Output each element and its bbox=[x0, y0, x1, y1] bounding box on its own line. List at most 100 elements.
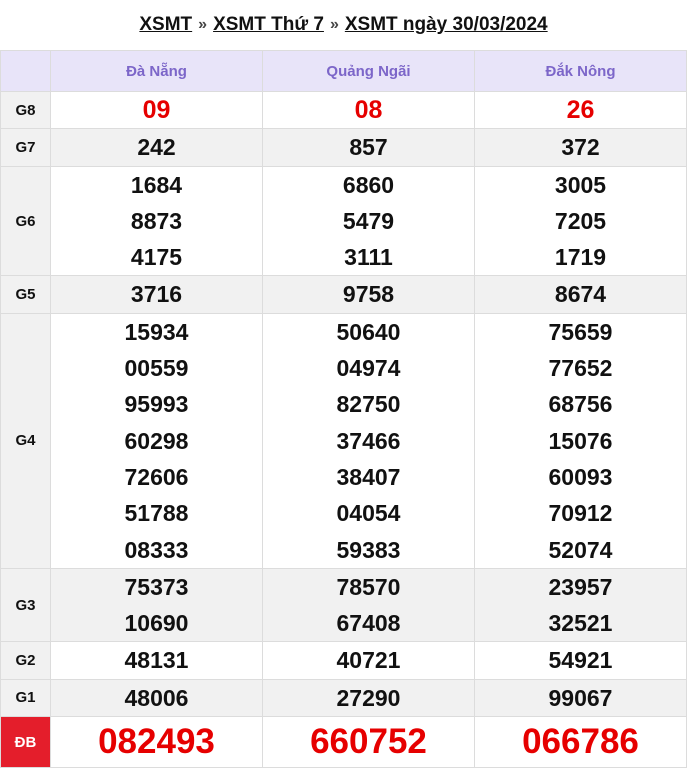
prize-cell: 082493 bbox=[50, 716, 263, 769]
prize-cell: 3005 7205 1719 bbox=[474, 165, 687, 277]
prize-number: 857 bbox=[349, 134, 388, 161]
prize-number: 60093 bbox=[548, 463, 613, 490]
prize-number: 40721 bbox=[336, 647, 401, 674]
prize-number: 00559 bbox=[124, 355, 189, 382]
prize-number: 3005 bbox=[554, 171, 607, 198]
prize-cell: 1684 8873 4175 bbox=[50, 165, 263, 277]
prize-number: 08 bbox=[354, 96, 383, 124]
prize-cell: 9758 bbox=[262, 275, 475, 314]
prize-number: 99067 bbox=[548, 684, 613, 711]
prize-cell: 48006 bbox=[50, 678, 263, 718]
breadcrumb-link-xsmt[interactable]: XSMT bbox=[139, 14, 192, 36]
lottery-results-table: Đà Nẵng Quảng Ngãi Đắk Nông G8 09 08 26 G7 24… bbox=[0, 50, 687, 769]
prize-number: 27290 bbox=[336, 684, 401, 711]
prize-number: 68756 bbox=[548, 391, 613, 418]
prize-number: 48131 bbox=[124, 647, 189, 674]
prize-label: G2 bbox=[0, 641, 51, 680]
prize-cell: 660752 bbox=[262, 716, 475, 769]
prize-number: 3111 bbox=[344, 244, 393, 271]
prize-label: G6 bbox=[0, 165, 51, 277]
prize-label: G4 bbox=[0, 312, 51, 569]
prize-row: G6 1684 8873 4175 6860 5479 3111 3005 7205 1719 bbox=[0, 165, 687, 277]
prize-row: G1 48006 27290 99067 bbox=[0, 678, 687, 718]
prize-cell: 15934 00559 95993 60298 72606 51788 08333 bbox=[50, 312, 263, 569]
prize-number: 54921 bbox=[548, 647, 613, 674]
breadcrumb-separator: » bbox=[198, 16, 208, 33]
prize-number: 6860 bbox=[342, 171, 395, 198]
prize-number: 67408 bbox=[336, 610, 401, 637]
prize-number: 08333 bbox=[124, 536, 189, 563]
prize-number: 660752 bbox=[310, 722, 427, 762]
prize-cell: 26 bbox=[474, 90, 687, 130]
prize-number: 8674 bbox=[554, 281, 607, 308]
prize-number: 8873 bbox=[130, 207, 183, 234]
prize-cell: 23957 32521 bbox=[474, 567, 687, 643]
prize-number: 95993 bbox=[124, 391, 189, 418]
prize-label: G3 bbox=[0, 567, 51, 643]
prize-number: 38407 bbox=[336, 463, 401, 490]
prize-number: 72606 bbox=[124, 463, 189, 490]
prize-cell: 40721 bbox=[262, 641, 475, 680]
prize-number: 242 bbox=[137, 134, 176, 161]
prize-number: 60298 bbox=[124, 427, 189, 454]
prize-cell: 78570 67408 bbox=[262, 567, 475, 643]
prize-row: G5 3716 9758 8674 bbox=[0, 275, 687, 314]
prize-cell: 99067 bbox=[474, 678, 687, 718]
prize-label: G1 bbox=[0, 678, 51, 718]
prize-number: 37466 bbox=[336, 427, 401, 454]
prize-label: G8 bbox=[0, 90, 51, 130]
prize-number: 75659 bbox=[548, 318, 613, 345]
prize-row: G3 75373 10690 78570 67408 23957 32521 bbox=[0, 567, 687, 643]
prize-number: 5479 bbox=[342, 207, 395, 234]
prize-cell: 6860 5479 3111 bbox=[262, 165, 475, 277]
prize-number: 1684 bbox=[130, 171, 183, 198]
prize-number: 3716 bbox=[130, 281, 183, 308]
prize-cell: 54921 bbox=[474, 641, 687, 680]
prize-row: ĐB 082493 660752 066786 bbox=[0, 716, 687, 769]
breadcrumb: XSMT » XSMT Thứ 7 » XSMT ngày 30/03/2024 bbox=[0, 0, 687, 50]
prize-number: 23957 bbox=[548, 573, 613, 600]
prize-cell: 09 bbox=[50, 90, 263, 130]
prize-label: G5 bbox=[0, 275, 51, 314]
prize-cell: 75373 10690 bbox=[50, 567, 263, 643]
prize-cell: 857 bbox=[262, 128, 475, 167]
breadcrumb-separator: » bbox=[329, 16, 339, 33]
prize-label: G7 bbox=[0, 128, 51, 167]
prize-number: 15934 bbox=[124, 318, 189, 345]
prize-number: 75373 bbox=[124, 573, 189, 600]
prize-cell: 48131 bbox=[50, 641, 263, 680]
prize-cell: 8674 bbox=[474, 275, 687, 314]
prize-cell: 372 bbox=[474, 128, 687, 167]
breadcrumb-link-xsmt-date[interactable]: XSMT ngày 30/03/2024 bbox=[345, 14, 548, 36]
prize-row: G8 09 08 26 bbox=[0, 90, 687, 130]
prize-number: 48006 bbox=[124, 684, 189, 711]
breadcrumb-link-xsmt-thu-7[interactable]: XSMT Thứ 7 bbox=[213, 14, 324, 36]
prize-number: 50640 bbox=[336, 318, 401, 345]
prize-row: G4 15934 00559 95993 60298 72606 51788 08333 506… bbox=[0, 312, 687, 569]
prize-number: 066786 bbox=[522, 722, 639, 762]
prize-number: 09 bbox=[142, 96, 171, 124]
prize-cell: 50640 04974 82750 37466 38407 04054 59383 bbox=[262, 312, 475, 569]
header-corner bbox=[0, 50, 51, 92]
prize-number: 372 bbox=[561, 134, 600, 161]
prize-cell: 08 bbox=[262, 90, 475, 130]
prize-number: 59383 bbox=[336, 536, 401, 563]
prize-row: G7 242 857 372 bbox=[0, 128, 687, 167]
province-header: Quảng Ngãi bbox=[262, 50, 475, 92]
prize-cell: 75659 77652 68756 15076 60093 70912 52074 bbox=[474, 312, 687, 569]
prize-number: 7205 bbox=[554, 207, 607, 234]
province-header: Đắk Nông bbox=[474, 50, 687, 92]
prize-number: 4175 bbox=[130, 244, 183, 271]
prize-number: 04974 bbox=[336, 355, 401, 382]
prize-number: 15076 bbox=[548, 427, 613, 454]
prize-number: 32521 bbox=[548, 610, 613, 637]
prize-cell: 066786 bbox=[474, 716, 687, 769]
prize-number: 04054 bbox=[336, 500, 401, 527]
prize-cell: 242 bbox=[50, 128, 263, 167]
prize-number: 82750 bbox=[336, 391, 401, 418]
prize-number: 082493 bbox=[98, 722, 215, 762]
prize-number: 1719 bbox=[554, 244, 607, 271]
prize-number: 70912 bbox=[548, 500, 613, 527]
prize-number: 78570 bbox=[336, 573, 401, 600]
prize-row: G2 48131 40721 54921 bbox=[0, 641, 687, 680]
